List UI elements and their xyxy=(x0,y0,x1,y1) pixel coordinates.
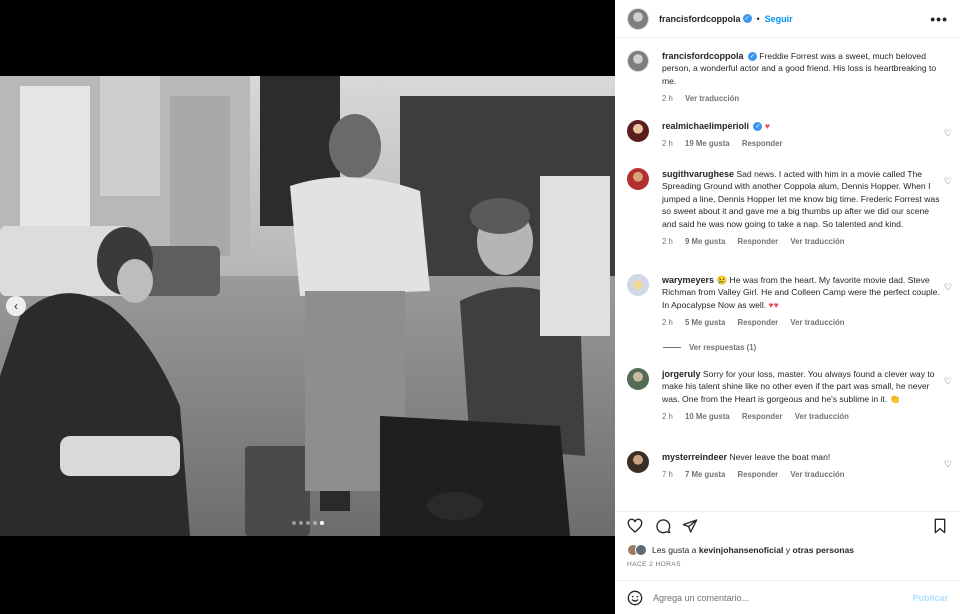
reply-button[interactable]: Responder xyxy=(742,139,783,148)
comments-list: francisfordcoppola ✓ Freddie Forrest was… xyxy=(615,38,960,498)
comment-time: 2 h xyxy=(662,237,673,247)
reply-button[interactable]: Responder xyxy=(737,318,778,327)
comment-body: sugithvarughese Sad news. I acted with h… xyxy=(662,168,944,248)
publish-button[interactable]: Publicar xyxy=(912,593,948,603)
translate-link[interactable]: Ver traducción xyxy=(685,94,739,103)
red-heart-emoji: ♥ xyxy=(764,121,770,131)
comment-username[interactable]: realmichaelimperioli xyxy=(662,121,749,131)
pagination-dot xyxy=(292,521,296,525)
share-icon[interactable] xyxy=(682,518,698,534)
author-username[interactable]: francisfordcoppola xyxy=(659,14,741,24)
comment-meta: 2 h 9 Me gusta Responder Ver traducción xyxy=(662,236,944,248)
pagination-dot-active xyxy=(320,521,324,525)
caption-body: francisfordcoppola ✓ Freddie Forrest was… xyxy=(662,50,944,106)
media-area: ‹ xyxy=(0,0,615,614)
comment-username[interactable]: jorgeruly xyxy=(662,369,701,379)
comment-body: realmichaelimperioli ✓ ♥ 2 h 19 Me gusta… xyxy=(662,120,944,151)
crying-emoji: 😢 xyxy=(716,275,728,285)
post-side-panel: francisfordcoppola ✓ • Seguir ••• franci… xyxy=(615,0,960,614)
comment-input[interactable]: Agrega un comentario... xyxy=(653,593,749,603)
commenter-avatar[interactable] xyxy=(627,368,649,390)
comment-body: mysterreindeer Never leave the boat man!… xyxy=(662,451,944,482)
author-avatar[interactable] xyxy=(627,50,649,72)
photo-illustration xyxy=(0,76,615,536)
commenter-avatar[interactable] xyxy=(627,451,649,473)
comment-likes[interactable]: 19 Me gusta xyxy=(685,139,730,148)
verified-icon: ✓ xyxy=(753,122,763,132)
comment-body: warymeyers 😢 He was from the heart. My f… xyxy=(662,274,944,330)
comment-username[interactable]: sugithvarughese xyxy=(662,169,734,179)
translate-link[interactable]: Ver traducción xyxy=(790,237,844,246)
like-comment-heart-icon[interactable]: ♡ xyxy=(944,459,952,470)
commenter-avatar[interactable] xyxy=(627,120,649,142)
comment-icon[interactable] xyxy=(655,518,671,534)
like-comment-heart-icon[interactable]: ♡ xyxy=(944,128,952,139)
reply-button[interactable]: Responder xyxy=(737,237,778,246)
commenter-avatar[interactable] xyxy=(627,168,649,190)
pagination-dot xyxy=(299,521,303,525)
comment-time: 2 h xyxy=(662,139,673,149)
clapping-emoji: 👏 xyxy=(889,393,901,404)
comment-username[interactable]: mysterreindeer xyxy=(662,452,727,462)
comment-time: 2 h xyxy=(662,318,673,328)
bookmark-icon[interactable] xyxy=(932,518,948,534)
likes-joiner: y xyxy=(785,545,791,555)
instagram-post-viewer: ‹ francisfordcoppola ✓ • Seguir ••• fran… xyxy=(0,0,960,614)
likes-prefix: Les gusta a xyxy=(652,545,697,555)
comment-time: 7 h xyxy=(662,470,673,480)
verified-icon: ✓ xyxy=(742,14,752,23)
comment-time: 2 h xyxy=(662,412,673,422)
view-replies-button[interactable]: Ver respuestas (1) xyxy=(663,343,756,352)
translate-link[interactable]: Ver traducción xyxy=(795,412,849,421)
follow-button[interactable]: Seguir xyxy=(765,14,793,24)
comment-body: jorgeruly Sorry for your loss, master. Y… xyxy=(662,368,944,424)
comment-likes[interactable]: 10 Me gusta xyxy=(685,412,730,421)
comment-likes[interactable]: 5 Me gusta xyxy=(685,318,725,327)
caption-meta: 2 h Ver traducción xyxy=(662,93,944,105)
heart-icon[interactable] xyxy=(627,518,643,534)
post-header: francisfordcoppola ✓ • Seguir ••• xyxy=(615,0,960,38)
translate-link[interactable]: Ver traducción xyxy=(790,470,844,479)
author-avatar[interactable] xyxy=(627,7,649,30)
comment-meta: 2 h 10 Me gusta Responder Ver traducción xyxy=(662,411,944,423)
comment-likes[interactable]: 7 Me gusta xyxy=(685,470,725,479)
replies-line xyxy=(663,347,681,348)
previous-photo-button[interactable]: ‹ xyxy=(6,296,26,316)
caption-time: 2 h xyxy=(662,94,673,104)
photo-pagination xyxy=(292,521,324,525)
reply-button[interactable]: Responder xyxy=(742,412,783,421)
add-comment-bar: Agrega un comentario... Publicar xyxy=(615,580,960,614)
view-replies-label: Ver respuestas (1) xyxy=(689,343,757,352)
like-comment-heart-icon[interactable]: ♡ xyxy=(944,376,952,387)
like-comment-heart-icon[interactable]: ♡ xyxy=(944,176,952,187)
comment-text: Never leave the boat man! xyxy=(729,452,831,462)
caption-username[interactable]: francisfordcoppola xyxy=(662,51,744,61)
emoji-icon[interactable] xyxy=(627,590,643,606)
post-actions xyxy=(615,511,960,539)
chevron-left-icon: ‹ xyxy=(14,299,18,313)
other-likers-link[interactable]: otras personas xyxy=(792,545,854,555)
pagination-dot xyxy=(306,521,310,525)
post-timestamp: HACE 2 HORAS xyxy=(627,561,681,568)
comment-meta: 7 h 7 Me gusta Responder Ver traducción xyxy=(662,469,944,481)
post-photo[interactable] xyxy=(0,76,615,536)
comment-username[interactable]: warymeyers xyxy=(662,275,714,285)
commenter-avatar[interactable] xyxy=(627,274,649,296)
comment-meta: 2 h 19 Me gusta Responder xyxy=(662,138,944,150)
comment-likes[interactable]: 9 Me gusta xyxy=(685,237,725,246)
comment-meta: 2 h 5 Me gusta Responder Ver traducción xyxy=(662,317,944,329)
red-hearts-emoji: ♥♥ xyxy=(768,299,779,310)
liker-avatar xyxy=(635,544,647,556)
translate-link[interactable]: Ver traducción xyxy=(790,318,844,327)
pagination-dot xyxy=(313,521,317,525)
verified-icon: ✓ xyxy=(747,52,757,62)
more-options-icon[interactable]: ••• xyxy=(930,11,948,27)
like-comment-heart-icon[interactable]: ♡ xyxy=(944,282,952,293)
separator-dot: • xyxy=(756,13,760,24)
liker-username[interactable]: kevinjohansenoficial xyxy=(699,545,784,555)
reply-button[interactable]: Responder xyxy=(737,470,778,479)
likes-summary: Les gusta a kevinjohansenoficial y otras… xyxy=(627,544,854,556)
